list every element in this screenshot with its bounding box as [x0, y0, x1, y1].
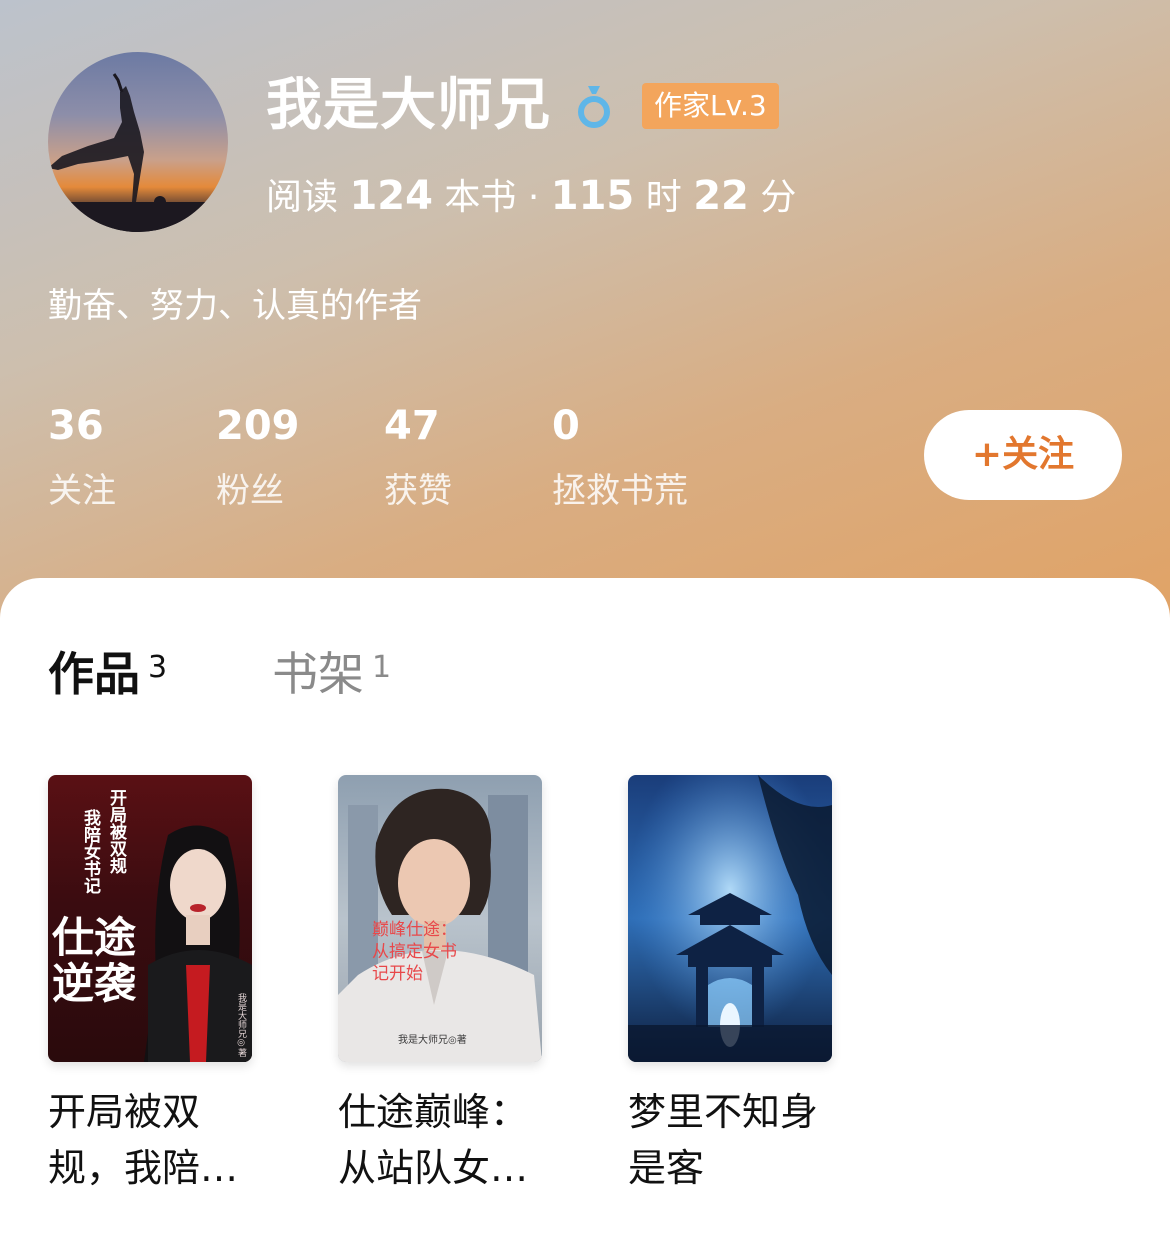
avatar[interactable]: [48, 52, 228, 232]
book-cover[interactable]: 巅峰仕途： 从搞定女书 记开始 我是大师兄◎著: [338, 775, 542, 1062]
stat-rescue[interactable]: 0 拯救书荒: [552, 400, 688, 516]
books-unit: 本书 ·: [444, 177, 540, 218]
tab-count: 3: [148, 650, 168, 685]
book-title[interactable]: 仕途巅峰：从站队女…: [338, 1084, 548, 1196]
book-title[interactable]: 开局被双规，我陪…: [48, 1084, 258, 1196]
username: 我是大师兄: [266, 73, 551, 138]
stat-value: 36: [48, 403, 104, 449]
cover-text: 开局被双规: [106, 789, 126, 874]
stat-label: 获赞: [384, 471, 452, 511]
tab-works[interactable]: 作品 3: [48, 644, 167, 704]
cover-title: 巅峰仕途： 从搞定女书 记开始: [372, 919, 457, 985]
book-card[interactable]: 开局被双规 我陪女书记 仕途逆袭 我是大师兄◎著 开局被双规，我陪…: [48, 775, 252, 1196]
cover-title-line: 记开始: [372, 964, 423, 984]
book-card[interactable]: 巅峰仕途： 从搞定女书 记开始 我是大师兄◎著 仕途巅峰：从站队女…: [338, 775, 542, 1196]
hours-unit: 时: [645, 177, 682, 218]
tab-bookshelf[interactable]: 书架 1: [272, 644, 391, 704]
tab-label: 书架: [272, 647, 364, 701]
reading-prefix: 阅读: [266, 177, 339, 218]
stat-label: 粉丝: [216, 471, 284, 511]
tab-label: 作品: [48, 647, 140, 701]
stat-following[interactable]: 36 关注: [48, 400, 116, 516]
stat-label: 关注: [48, 471, 116, 511]
book-title[interactable]: 梦里不知身是客: [628, 1084, 838, 1196]
stat-fans[interactable]: 209 粉丝: [216, 400, 300, 516]
profile-bio: 勤奋、努力、认真的作者: [48, 286, 422, 326]
book-cover[interactable]: 开局被双规 我陪女书记 仕途逆袭 我是大师兄◎著: [48, 775, 252, 1062]
cover-author: 我是大师兄◎著: [236, 993, 246, 1057]
books-read-count: 124: [349, 173, 433, 219]
cover-title-line: 巅峰仕途：: [372, 920, 457, 940]
book-card[interactable]: 梦里不知身是客: [628, 775, 832, 1196]
stat-likes[interactable]: 47 获赞: [384, 400, 452, 516]
cover-title-line: 从搞定女书: [372, 942, 457, 962]
ring-icon[interactable]: [574, 82, 614, 132]
stat-value: 209: [216, 403, 300, 449]
stat-label: 拯救书荒: [552, 471, 688, 511]
reading-hours: 115: [550, 173, 635, 219]
cover-author: 我是大师兄◎著: [398, 1035, 467, 1046]
reading-minutes: 22: [693, 173, 749, 219]
minutes-unit: 分: [760, 177, 797, 218]
cover-text: 我陪女书记: [80, 809, 100, 894]
tab-count: 1: [372, 650, 392, 685]
book-cover[interactable]: [628, 775, 832, 1062]
level-badge[interactable]: 作家Lv.3: [642, 83, 779, 129]
reading-stats: 阅读 124 本书 · 115 时 22 分: [266, 170, 796, 224]
stat-value: 0: [552, 403, 580, 449]
stat-value: 47: [384, 403, 440, 449]
follow-button[interactable]: +关注: [924, 410, 1122, 500]
cover-main-title: 仕途逆袭: [52, 913, 137, 1008]
